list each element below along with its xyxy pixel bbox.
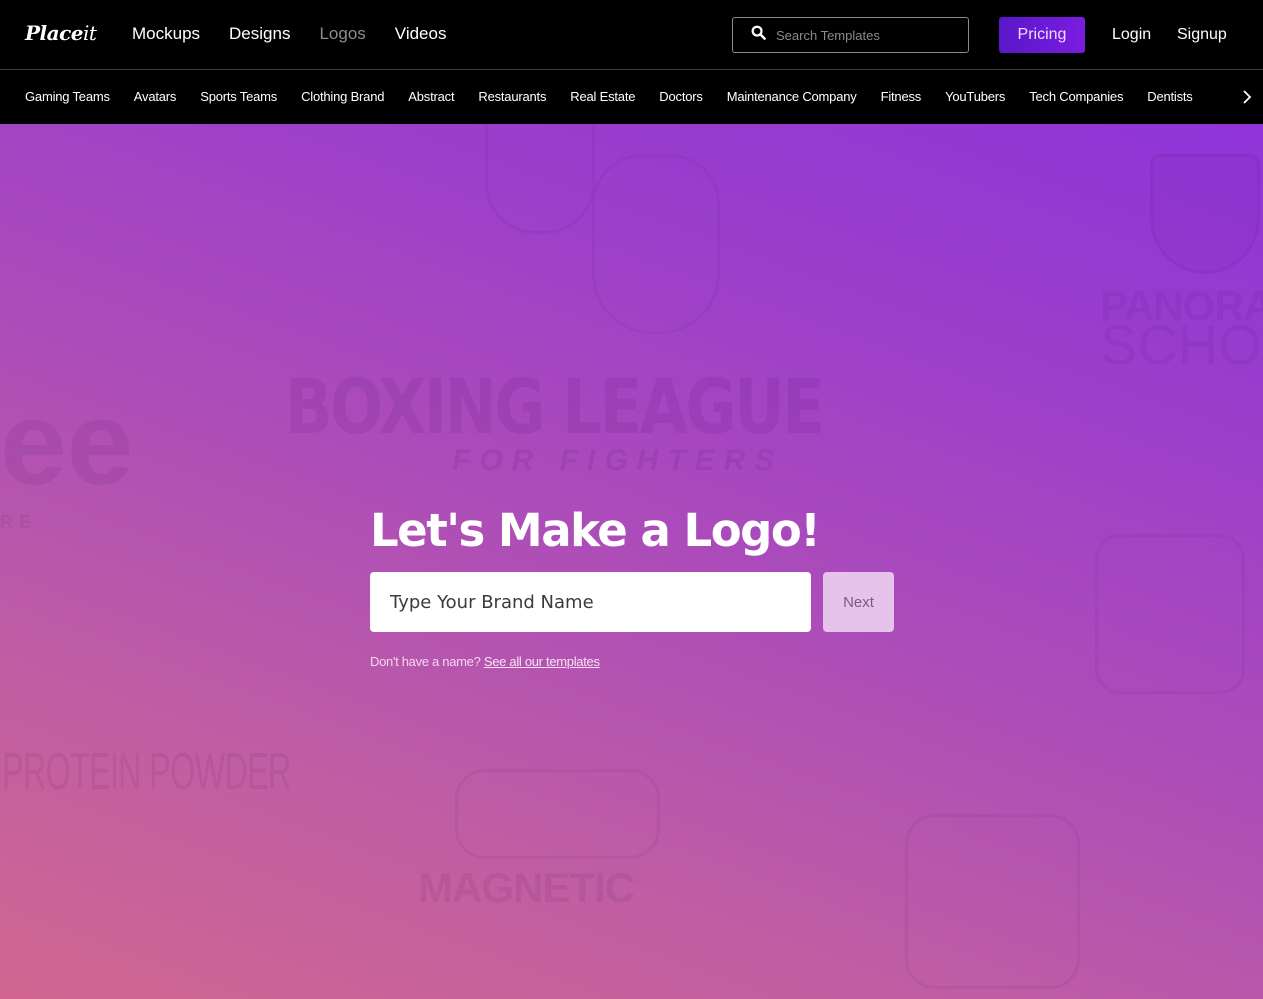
search-box[interactable] [732,17,969,53]
category-tech-companies[interactable]: Tech Companies [1029,89,1123,104]
bg-logo-magnetic: MAGNETIC [418,864,635,911]
logo-main: Place [25,21,84,45]
brand-name-input[interactable] [370,572,811,632]
category-doctors[interactable]: Doctors [659,89,703,104]
category-bar: Gaming Teams Avatars Sports Teams Clothi… [0,71,1263,124]
category-restaurants[interactable]: Restaurants [478,89,546,104]
hero-section: BOXING LEAGUE FOR FIGHTERS PANORA SCHOO … [0,124,1263,999]
bg-logo-partial-re: RE [0,512,38,532]
boxing-glove-outline [592,154,720,334]
bg-logo-protein: PROTEIN POWDER [2,743,291,801]
signup-link[interactable]: Signup [1177,26,1227,44]
category-gaming-teams[interactable]: Gaming Teams [25,89,110,104]
category-sports-teams[interactable]: Sports Teams [200,89,277,104]
category-avatars[interactable]: Avatars [134,89,177,104]
login-link[interactable]: Login [1112,26,1151,44]
nav-mockups[interactable]: Mockups [132,24,200,44]
bg-logo-boxing: BOXING LEAGUE [285,362,825,451]
magnet-outline [455,769,660,859]
chevron-right-icon[interactable] [1238,87,1256,107]
search-input[interactable] [776,27,956,43]
nav-logos[interactable]: Logos [319,24,365,44]
hero-title: Let's Make a Logo! [370,504,821,557]
templates-hint: Don't have a name? See all our templates [370,654,600,669]
shield-outline [1150,154,1260,274]
bg-logo-partial-e: ee [0,376,134,510]
category-real-estate[interactable]: Real Estate [570,89,635,104]
pricing-button[interactable]: Pricing [999,17,1085,53]
top-header: Placeit Mockups Designs Logos Videos Pri… [0,0,1263,70]
category-dentists[interactable]: Dentists [1147,89,1193,104]
main-nav: Mockups Designs Logos Videos [132,24,475,44]
hint-text: Don't have a name? [370,654,481,669]
nav-videos[interactable]: Videos [395,24,447,44]
hexagon-badge-outline [905,814,1080,989]
category-clothing-brand[interactable]: Clothing Brand [301,89,384,104]
logo-suffix: it [83,21,97,45]
next-button[interactable]: Next [823,572,894,632]
boxing-glove-outline [485,124,595,234]
category-youtubers[interactable]: YouTubers [945,89,1005,104]
nav-designs[interactable]: Designs [229,24,290,44]
category-fitness[interactable]: Fitness [881,89,922,104]
category-abstract[interactable]: Abstract [408,89,454,104]
see-all-templates-link[interactable]: See all our templates [484,654,600,669]
bg-logo-school: SCHOO [1100,313,1263,376]
hex-outline [1095,534,1245,694]
placeit-logo[interactable]: Placeit [25,21,97,45]
category-maintenance-company[interactable]: Maintenance Company [727,89,857,104]
bg-logo-fighters: FOR FIGHTERS [452,444,784,477]
category-list: Gaming Teams Avatars Sports Teams Clothi… [25,89,1217,104]
search-icon [751,25,766,45]
